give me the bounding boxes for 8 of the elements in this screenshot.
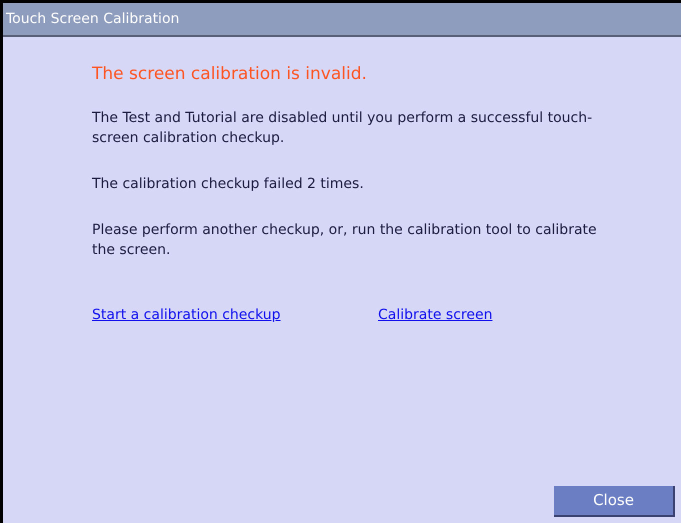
close-button[interactable]: Close	[554, 486, 675, 517]
link[interactable]: Calibrate screen	[378, 305, 492, 326]
link[interactable]: Start a calibration checkup	[92, 305, 378, 326]
message-text: Please perform another checkup, or, run the calibration tool to calibrate the screen.	[92, 221, 598, 260]
window-title: Touch Screen Calibration	[6, 10, 180, 28]
message-text: The Test and Tutorial are disabled until you perform a successful touch-screen calibration checkup.	[92, 109, 594, 148]
error-heading: The screen calibration is invalid.	[92, 63, 368, 85]
message-text: The calibration checkup failed 2 times.	[92, 175, 365, 194]
